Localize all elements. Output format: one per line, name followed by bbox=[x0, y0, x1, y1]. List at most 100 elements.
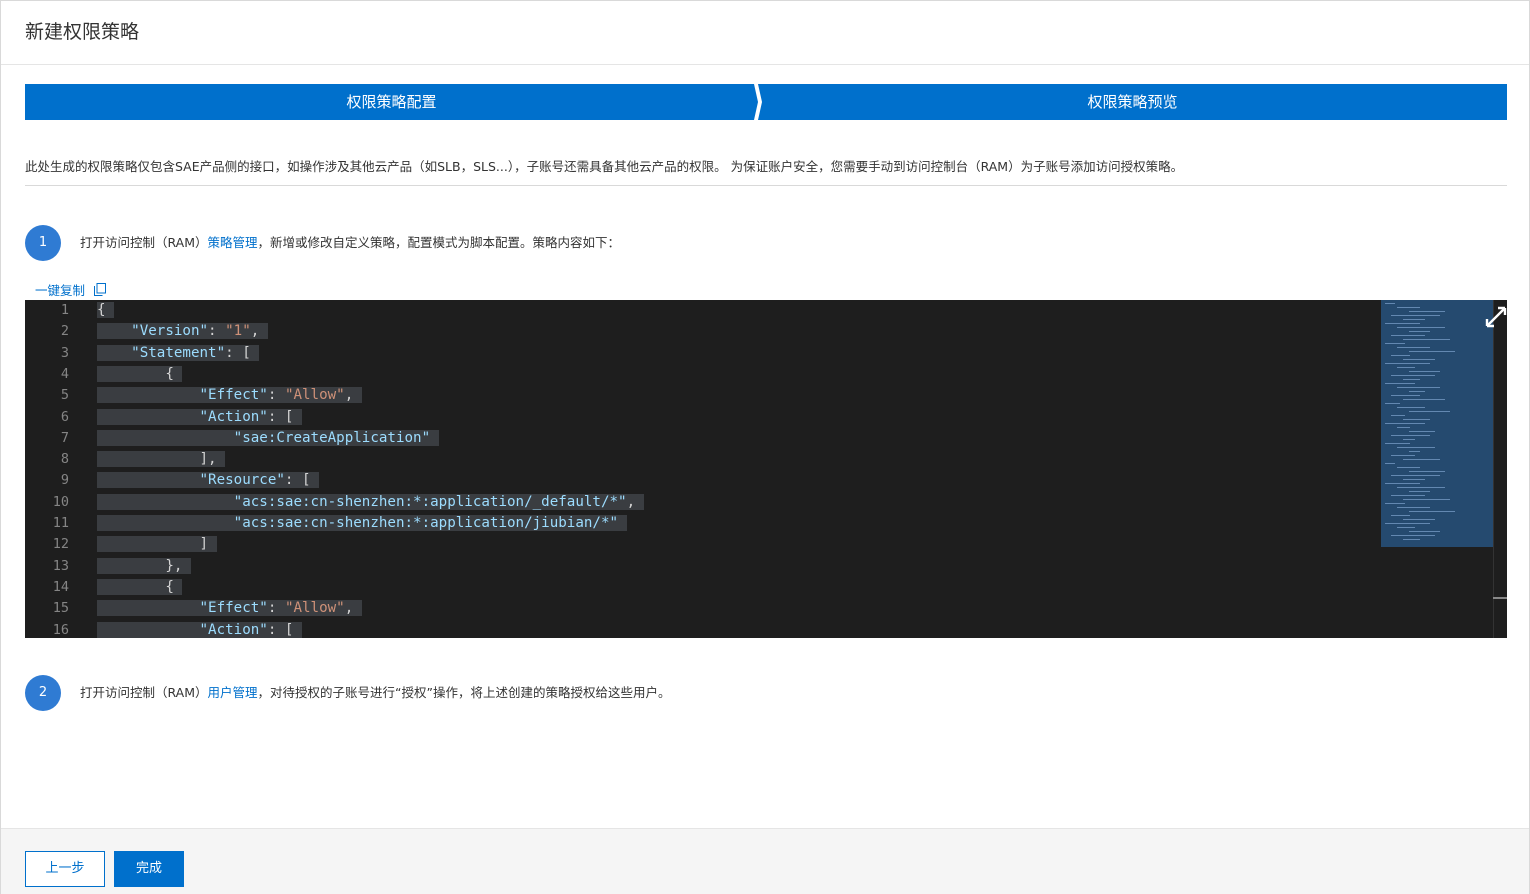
minimap-line bbox=[1385, 403, 1400, 404]
copy-icon[interactable] bbox=[94, 283, 106, 296]
code-token: : [ bbox=[267, 408, 294, 425]
code-line-content: "Version": "1", bbox=[97, 323, 268, 340]
code-line[interactable]: ], bbox=[97, 449, 226, 470]
minimap-line bbox=[1391, 335, 1425, 336]
minimap-line bbox=[1385, 483, 1420, 484]
code-token: , bbox=[344, 600, 354, 617]
minimap-line bbox=[1391, 375, 1435, 376]
code-line-content: ] bbox=[97, 536, 217, 553]
line-number: 8 bbox=[60, 451, 69, 468]
code-token: "acs:sae:cn-shenzhen:*:application/jiubi… bbox=[233, 515, 619, 531]
minimap-line bbox=[1403, 479, 1425, 480]
step-indicator: 权限策略配置 权限策略预览 bbox=[25, 84, 1507, 120]
minimap-line bbox=[1391, 415, 1405, 416]
code-token: : [ bbox=[225, 344, 251, 361]
copy-all-link[interactable]: 一键复制 bbox=[35, 281, 86, 302]
previous-step-button[interactable]: 上一步 bbox=[25, 851, 105, 887]
code-line[interactable]: { bbox=[97, 364, 183, 385]
minimap-line bbox=[1403, 439, 1415, 440]
code-line-content: "Action": [ bbox=[97, 621, 303, 638]
line-number: 16 bbox=[52, 621, 69, 638]
code-line-content: "sae:CreateApplication" bbox=[97, 429, 439, 446]
code-line-content: { bbox=[97, 578, 183, 595]
code-line[interactable]: ] bbox=[97, 534, 217, 555]
minimap-line bbox=[1385, 383, 1415, 384]
minimap-line bbox=[1409, 371, 1440, 372]
line-number: 3 bbox=[60, 344, 69, 361]
minimap-line bbox=[1409, 391, 1425, 392]
code-token: }, bbox=[165, 557, 183, 574]
step-policy-config[interactable]: 权限策略配置 bbox=[25, 84, 758, 120]
minimap-line bbox=[1409, 451, 1420, 452]
code-line[interactable]: "sae:CreateApplication" bbox=[97, 428, 439, 449]
user-management-link[interactable]: 用户管理 bbox=[208, 685, 258, 700]
code-line[interactable]: "Effect": "Allow", bbox=[97, 598, 362, 619]
step1-text-before: 打开访问控制（RAM） bbox=[80, 235, 208, 250]
code-line[interactable]: "Effect": "Allow", bbox=[97, 385, 362, 406]
editor-scroll-thumb[interactable] bbox=[1493, 597, 1507, 599]
minimap-line bbox=[1409, 351, 1455, 352]
line-number: 11 bbox=[52, 515, 69, 531]
minimap-line bbox=[1391, 475, 1440, 476]
minimap-line bbox=[1385, 503, 1405, 504]
code-token: ], bbox=[199, 451, 217, 468]
code-line[interactable]: }, bbox=[97, 556, 191, 577]
step2-instruction: 打开访问控制（RAM）用户管理，对待授权的子账号进行“授权”操作，将上述创建的策… bbox=[80, 683, 670, 703]
code-token: , bbox=[626, 493, 636, 510]
line-number: 10 bbox=[52, 493, 69, 510]
code-token: "1" bbox=[225, 323, 251, 340]
code-line[interactable]: { bbox=[97, 577, 183, 598]
line-number: 15 bbox=[52, 600, 69, 617]
minimap-line bbox=[1385, 363, 1430, 364]
line-number: 9 bbox=[60, 472, 69, 489]
minimap-line bbox=[1409, 311, 1445, 312]
code-line[interactable]: "acs:sae:cn-shenzhen:*:application/_defa… bbox=[97, 492, 644, 513]
expand-icon[interactable] bbox=[1485, 306, 1507, 328]
code-line[interactable]: { bbox=[97, 300, 115, 321]
step-policy-preview[interactable]: 权限策略预览 bbox=[758, 84, 1507, 120]
code-token: : bbox=[267, 387, 285, 404]
code-token: { bbox=[97, 302, 106, 318]
minimap-line bbox=[1403, 539, 1420, 540]
minimap-line bbox=[1385, 443, 1410, 444]
minimap-line bbox=[1397, 407, 1425, 408]
code-token: "Effect" bbox=[199, 600, 268, 617]
panel-header: 新建权限策略 bbox=[1, 1, 1529, 65]
code-token: "Version" bbox=[131, 323, 209, 340]
line-number: 4 bbox=[60, 365, 69, 382]
minimap-line bbox=[1397, 527, 1415, 528]
code-line-content: "Action": [ bbox=[97, 408, 303, 425]
minimap-line bbox=[1409, 531, 1440, 532]
done-button[interactable]: 完成 bbox=[114, 851, 184, 887]
code-token: { bbox=[165, 578, 174, 595]
minimap-line bbox=[1409, 411, 1450, 412]
minimap-line bbox=[1397, 427, 1410, 428]
policy-management-link[interactable]: 策略管理 bbox=[208, 235, 258, 250]
minimap-line bbox=[1403, 459, 1440, 460]
minimap-line bbox=[1403, 319, 1425, 320]
code-token: : bbox=[267, 600, 285, 617]
minimap-line bbox=[1397, 447, 1435, 448]
code-line[interactable]: "Action": [ bbox=[97, 407, 303, 428]
code-token: { bbox=[165, 365, 174, 382]
code-token: "Resource" bbox=[199, 472, 285, 489]
minimap-line bbox=[1391, 355, 1410, 356]
code-token: , bbox=[250, 323, 260, 340]
code-line-content: ], bbox=[97, 451, 226, 468]
code-line[interactable]: "Action": [ bbox=[97, 620, 303, 639]
code-line[interactable]: "acs:sae:cn-shenzhen:*:application/jiubi… bbox=[97, 513, 627, 534]
line-number: 6 bbox=[60, 408, 69, 425]
code-line[interactable]: "Version": "1", bbox=[97, 321, 268, 342]
code-editor[interactable]: 1 2 3 4 5 6 7 8 9 10 11 12 13 14 15 16 { "Version": "1"… bbox=[25, 300, 1507, 638]
minimap-line bbox=[1397, 307, 1420, 308]
minimap-line bbox=[1391, 315, 1440, 316]
editor-minimap[interactable] bbox=[1381, 300, 1493, 547]
code-line-content: "Effect": "Allow", bbox=[97, 600, 362, 617]
editor-scrollbar[interactable] bbox=[1493, 300, 1507, 638]
code-line[interactable]: "Statement": [ bbox=[97, 343, 260, 364]
code-line[interactable]: "Resource": [ bbox=[97, 470, 320, 491]
panel-footer: 上一步 完成 bbox=[1, 828, 1529, 894]
minimap-line bbox=[1391, 515, 1410, 516]
code-token: "Effect" bbox=[199, 387, 268, 404]
minimap-line bbox=[1385, 423, 1425, 424]
